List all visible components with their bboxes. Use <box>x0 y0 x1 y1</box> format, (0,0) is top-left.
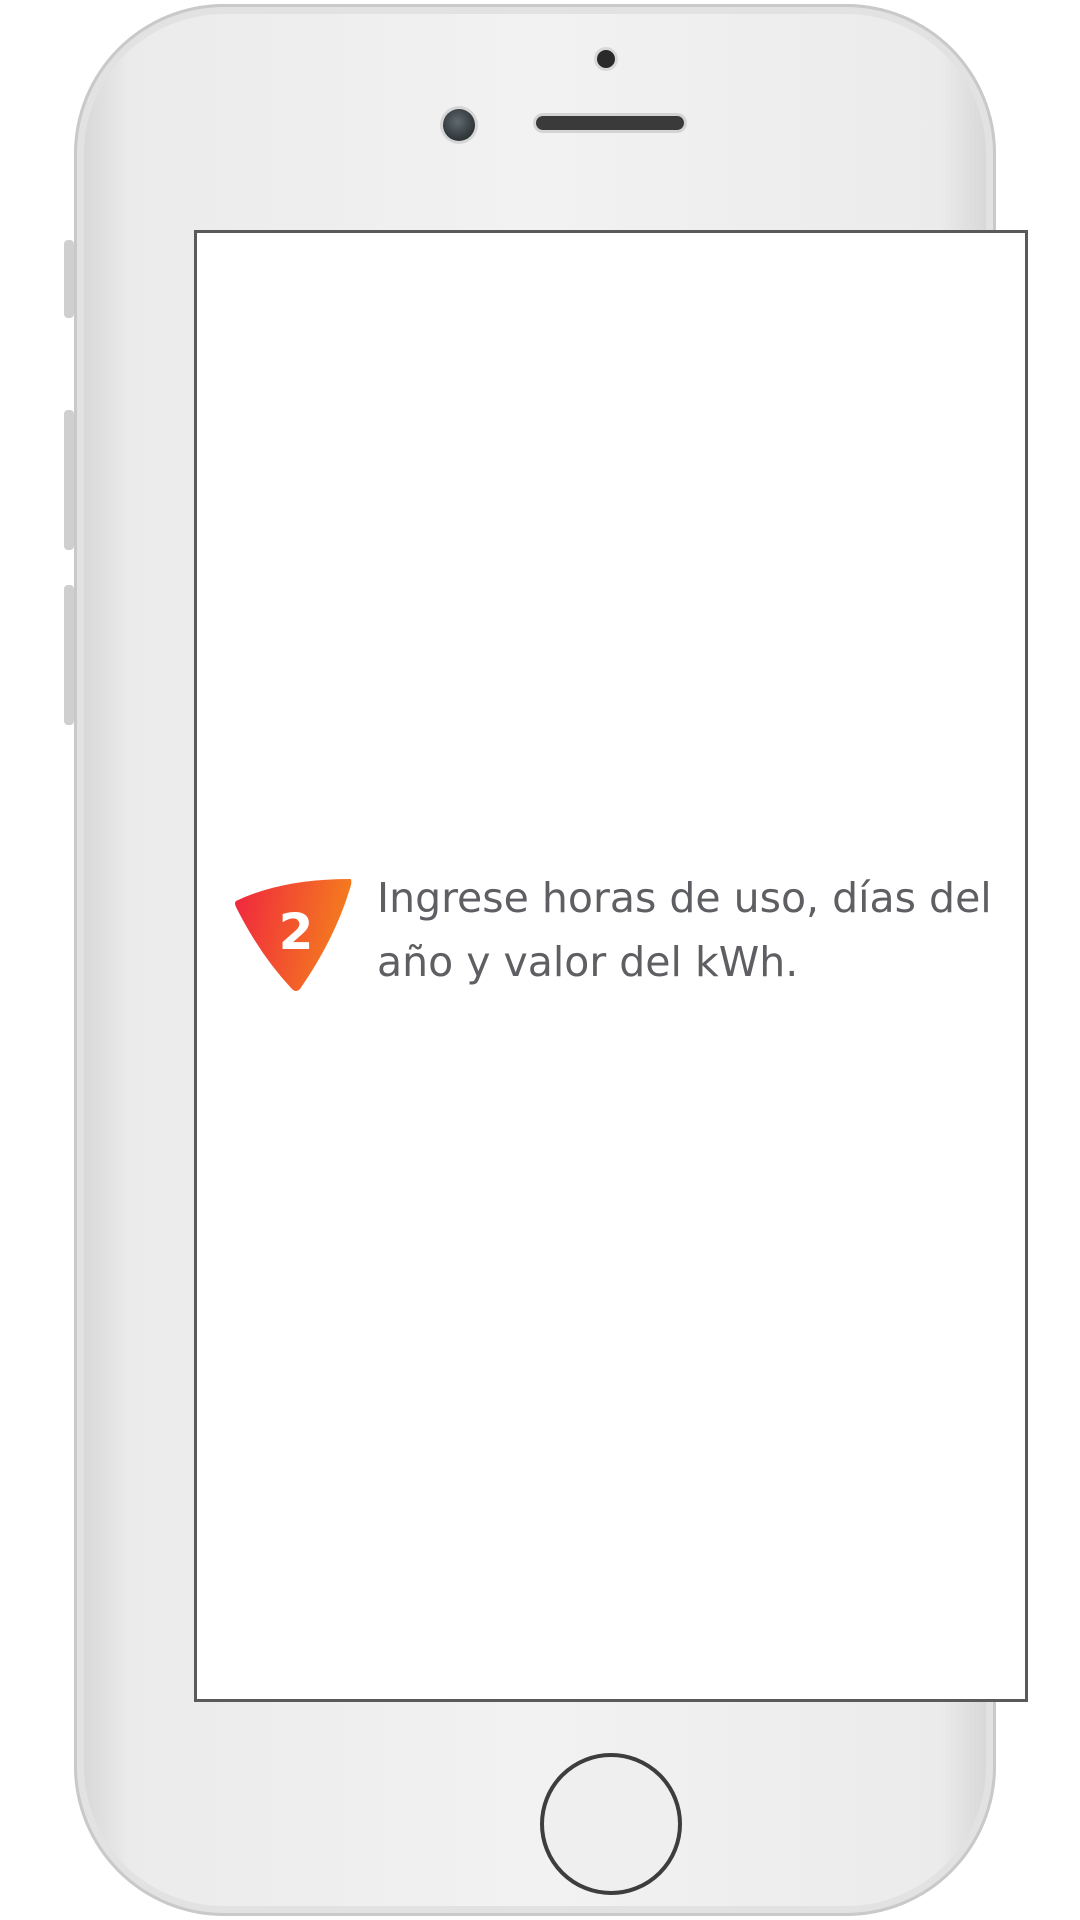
instruction-text: Ingrese horas de uso, días del año y val… <box>377 874 992 986</box>
triangle-badge-icon: 2 <box>235 879 352 991</box>
home-button[interactable] <box>540 1753 682 1895</box>
silent-switch <box>64 240 74 318</box>
step-number: 2 <box>279 903 314 961</box>
earpiece-speaker <box>536 116 684 130</box>
volume-up-button <box>64 410 74 550</box>
phone-frame: 2 Ingrese horas de uso, días del año y v… <box>74 4 1028 1916</box>
step-badge: 2 <box>232 877 354 993</box>
volume-down-button <box>64 585 74 725</box>
front-camera-icon <box>597 50 615 68</box>
phone-screen: 2 Ingrese horas de uso, días del año y v… <box>194 230 1028 1702</box>
proximity-sensor-icon <box>443 109 475 141</box>
